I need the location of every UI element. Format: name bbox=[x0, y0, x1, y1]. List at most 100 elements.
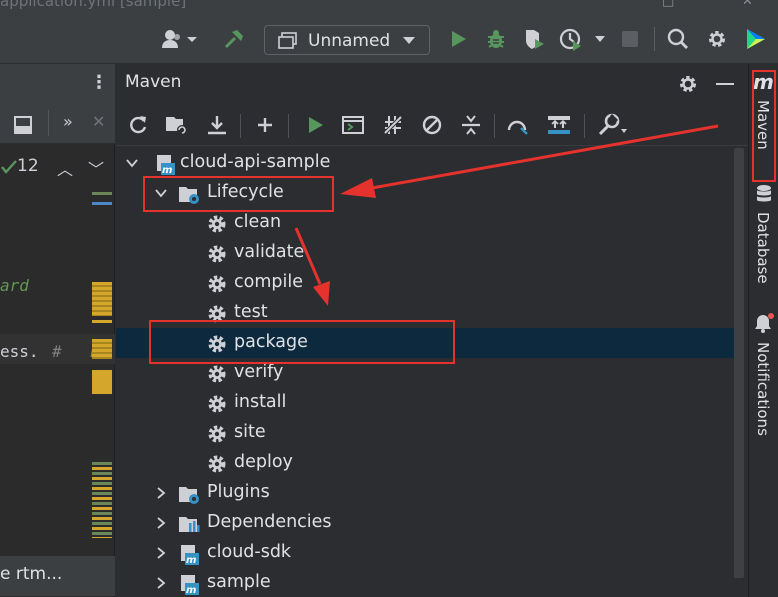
chevron-down-icon[interactable] bbox=[153, 185, 169, 201]
chevron-right-icon[interactable] bbox=[153, 485, 169, 501]
tree-item-label: compile bbox=[234, 272, 303, 292]
add-icon[interactable] bbox=[252, 112, 278, 138]
run-icon[interactable] bbox=[446, 27, 470, 51]
collapse-icon[interactable] bbox=[458, 112, 484, 138]
close-tab-icon[interactable]: ✕ bbox=[92, 112, 105, 131]
chevron-right-icon[interactable] bbox=[153, 515, 169, 531]
notifications-tool-button[interactable]: Notifications bbox=[751, 312, 777, 442]
maven-module-icon: m bbox=[181, 575, 199, 595]
gear-icon bbox=[208, 365, 226, 383]
tree-item-label: deploy bbox=[234, 452, 293, 472]
problem-count[interactable]: 12 bbox=[17, 156, 39, 176]
profiler-icon[interactable] bbox=[558, 27, 610, 51]
tree-item-cloud-sdk[interactable]: m cloud-sdk bbox=[116, 538, 736, 568]
hammer-icon[interactable] bbox=[222, 27, 246, 51]
change-marker bbox=[92, 370, 112, 394]
next-problem-icon[interactable]: ﹀ bbox=[88, 156, 104, 180]
settings-wrench-icon[interactable] bbox=[596, 112, 630, 138]
generate-sources-icon[interactable] bbox=[164, 112, 190, 138]
pin-window-icon[interactable] bbox=[14, 116, 32, 134]
svg-text:m: m bbox=[186, 585, 196, 595]
tree-item-lifecycle[interactable]: Lifecycle bbox=[116, 178, 736, 208]
debug-icon[interactable] bbox=[484, 27, 508, 51]
svg-text:m: m bbox=[162, 165, 172, 175]
tree-item-goal-test[interactable]: test bbox=[116, 298, 736, 328]
chevron-down-icon bbox=[403, 37, 415, 44]
execute-goal-icon[interactable] bbox=[340, 112, 366, 138]
tree-item-goal-deploy[interactable]: deploy bbox=[116, 448, 736, 478]
skip-tests-icon[interactable] bbox=[419, 112, 445, 138]
change-marker bbox=[92, 339, 112, 359]
analyze-icon[interactable] bbox=[506, 112, 532, 138]
minimize-icon[interactable] bbox=[716, 83, 734, 85]
comment-marker: # bbox=[52, 342, 62, 361]
tree-item-plugins[interactable]: Plugins bbox=[116, 478, 736, 508]
tree-item-label: clean bbox=[234, 212, 282, 232]
plugin-logo-icon[interactable] bbox=[744, 27, 768, 51]
change-marker bbox=[92, 320, 112, 323]
maven-module-icon: m bbox=[181, 545, 199, 565]
tree-item-goal-compile[interactable]: compile bbox=[116, 268, 736, 298]
change-marker bbox=[92, 192, 112, 195]
gear-icon bbox=[208, 455, 226, 473]
editor-header: ⋮ bbox=[0, 64, 115, 104]
change-marker bbox=[92, 282, 112, 316]
tree-item-goal-install[interactable]: install bbox=[116, 388, 736, 418]
svg-text:m: m bbox=[186, 555, 196, 565]
more-options-icon[interactable]: ⋮ bbox=[90, 72, 108, 93]
user-icon[interactable] bbox=[160, 27, 200, 51]
maximize-icon[interactable]: □ bbox=[662, 0, 674, 9]
ide-window: application.yml [sample] □ ✕ Unnamed ⋮ »… bbox=[0, 0, 778, 597]
database-tool-button[interactable]: Database bbox=[751, 184, 777, 294]
tree-item-goal-validate[interactable]: validate bbox=[116, 238, 736, 268]
tree-item-label: Dependencies bbox=[207, 512, 332, 532]
gear-icon bbox=[208, 305, 226, 323]
change-marker bbox=[92, 462, 112, 538]
coverage-icon[interactable] bbox=[522, 27, 546, 51]
stop-icon[interactable] bbox=[618, 27, 642, 51]
code-fragment: ess. bbox=[0, 342, 39, 361]
tree-item-label: validate bbox=[234, 242, 305, 262]
prev-problem-icon[interactable]: ︿ bbox=[57, 156, 73, 180]
settings-icon[interactable] bbox=[705, 27, 729, 51]
editor-tab-strip: » ✕ bbox=[0, 104, 115, 144]
code-fragment: ard bbox=[0, 276, 29, 295]
gear-icon bbox=[208, 335, 226, 353]
chevron-right-icon[interactable] bbox=[153, 545, 169, 561]
tree-item-label: Lifecycle bbox=[207, 182, 284, 202]
show-dependencies-icon[interactable] bbox=[546, 112, 572, 138]
tree-item-cloud-api-sample[interactable]: m cloud-api-sample bbox=[116, 148, 736, 178]
reload-icon[interactable] bbox=[125, 112, 151, 138]
editor-panel: ⋮ » ✕ 12 ︿ ﹀ ard ess. # Ex e rtm... bbox=[0, 64, 115, 597]
right-tool-strip: m Maven Database Notifications bbox=[748, 64, 778, 597]
gear-icon[interactable] bbox=[677, 73, 699, 95]
database-icon bbox=[757, 185, 771, 202]
maven-project-tree: m cloud-api-sample Lifecycle clean valid… bbox=[116, 148, 736, 597]
search-icon[interactable] bbox=[666, 27, 690, 51]
chevron-down-icon[interactable] bbox=[124, 155, 140, 171]
download-icon[interactable] bbox=[204, 112, 230, 138]
maven-header: Maven bbox=[116, 64, 748, 104]
maven-toolbar bbox=[116, 104, 748, 146]
tree-item-dependencies[interactable]: Dependencies bbox=[116, 508, 736, 538]
chevron-right-icon[interactable] bbox=[153, 575, 169, 591]
tree-item-goal-clean[interactable]: clean bbox=[116, 208, 736, 238]
run-icon[interactable] bbox=[302, 112, 328, 138]
tree-item-label: install bbox=[234, 392, 287, 412]
bottom-tab-label[interactable]: e rtm... bbox=[0, 564, 62, 584]
tree-item-goal-site[interactable]: site bbox=[116, 418, 736, 448]
tree-item-goal-verify[interactable]: verify bbox=[116, 358, 736, 388]
maven-tab-label: Maven bbox=[754, 100, 772, 150]
tree-item-label: Plugins bbox=[207, 482, 270, 502]
gear-icon bbox=[208, 215, 226, 233]
close-icon[interactable]: ✕ bbox=[742, 0, 753, 9]
run-configuration-selector[interactable]: Unnamed bbox=[264, 25, 430, 55]
tree-item-sample[interactable]: m sample bbox=[116, 568, 736, 597]
tree-item-goal-package[interactable]: package bbox=[116, 328, 736, 358]
bell-icon bbox=[755, 313, 774, 333]
toggle-offline-icon[interactable] bbox=[380, 112, 406, 138]
more-tabs-icon[interactable]: » bbox=[63, 112, 73, 131]
tree-item-label: cloud-sdk bbox=[207, 542, 292, 562]
checkmark-icon bbox=[1, 160, 17, 174]
vertical-scrollbar[interactable] bbox=[734, 148, 744, 578]
